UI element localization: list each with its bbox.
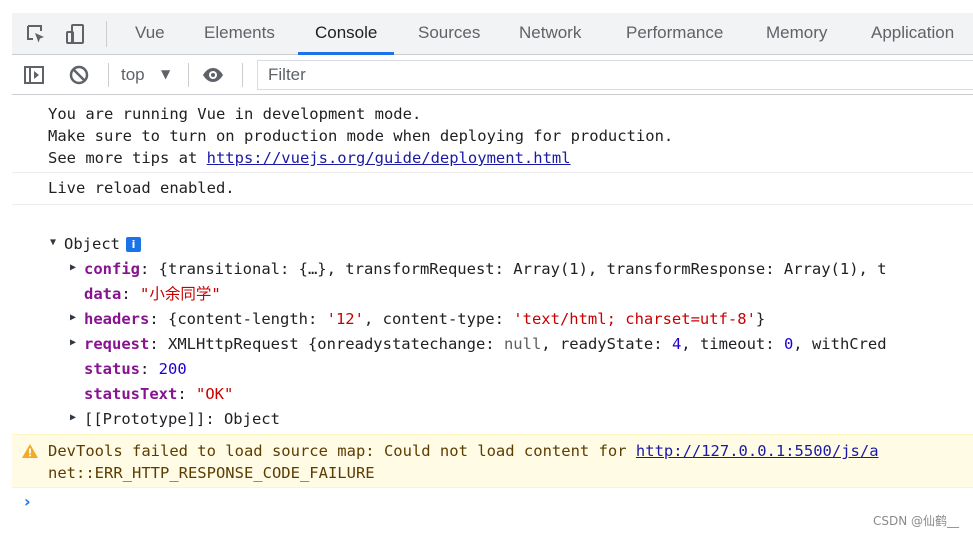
object-prop-statustext: statusText: "OK"	[84, 385, 234, 403]
console-message-object: ▼ Object i ▶ config: {transitional: {…}, …	[12, 205, 973, 434]
tab-memory[interactable]: Memory	[766, 13, 827, 55]
tabbar-divider	[106, 21, 107, 47]
console-toolbar: top ▼	[12, 55, 973, 95]
vue-mode-line2: Make sure to turn on production mode whe…	[48, 127, 674, 145]
vue-deployment-link[interactable]: https://vuejs.org/guide/deployment.html	[207, 149, 571, 167]
tab-elements[interactable]: Elements	[204, 13, 275, 55]
tab-performance[interactable]: Performance	[626, 13, 723, 55]
inspect-icon[interactable]	[24, 22, 48, 46]
eye-icon[interactable]	[201, 63, 225, 87]
console-message-vue: You are running Vue in development mode.…	[12, 96, 973, 173]
object-prop-status: status: 200	[84, 360, 187, 378]
filter-input[interactable]	[257, 60, 973, 90]
sidebar-toggle-icon[interactable]	[22, 63, 46, 87]
expand-triangle-icon[interactable]: ▶	[70, 312, 76, 323]
tab-network[interactable]: Network	[519, 13, 581, 55]
warning-icon	[21, 443, 39, 459]
expand-triangle-icon[interactable]: ▼	[50, 237, 56, 248]
object-prop-data: data: "小余同学"	[84, 285, 221, 303]
object-label[interactable]: Object i	[64, 233, 141, 255]
warning-line2: net::ERR_HTTP_RESPONSE_CODE_FAILURE	[48, 464, 375, 482]
expand-triangle-icon[interactable]: ▶	[70, 337, 76, 348]
console-message-livereload: Live reload enabled.	[12, 173, 973, 205]
toolbar-divider	[188, 63, 189, 87]
devtools-tabbar: Vue Elements Console Sources Network Per…	[12, 13, 973, 55]
object-prop-headers[interactable]: headers: {content-length: '12', content-…	[84, 308, 765, 330]
object-prop-config[interactable]: config: {transitional: {…}, transformReq…	[84, 258, 887, 280]
vue-tips-prefix: See more tips at	[48, 149, 207, 167]
expand-triangle-icon[interactable]: ▶	[70, 262, 76, 273]
console-output: You are running Vue in development mode.…	[12, 96, 973, 517]
context-caret-icon[interactable]: ▼	[161, 67, 170, 81]
warning-line1: DevTools failed to load source map: Coul…	[48, 442, 879, 460]
toolbar-divider	[108, 63, 109, 87]
clear-console-icon[interactable]	[67, 63, 91, 87]
tab-vue[interactable]: Vue	[135, 13, 165, 55]
object-prototype[interactable]: [[Prototype]]: Object	[84, 408, 280, 430]
tab-sources[interactable]: Sources	[418, 13, 480, 55]
info-icon[interactable]: i	[126, 237, 141, 252]
source-map-link[interactable]: http://127.0.0.1:5500/js/a	[636, 442, 879, 460]
object-prop-request[interactable]: request: XMLHttpRequest {onreadystatecha…	[84, 333, 887, 355]
tab-application[interactable]: Application	[871, 13, 954, 55]
device-toolbar-icon[interactable]	[64, 22, 88, 46]
toolbar-divider	[242, 63, 243, 87]
vue-mode-line3: See more tips at https://vuejs.org/guide…	[48, 147, 571, 169]
console-warning: DevTools failed to load source map: Coul…	[12, 434, 973, 488]
watermark: CSDN @仙鹤__	[872, 514, 959, 528]
console-prompt[interactable]: ›	[24, 492, 31, 511]
vue-mode-line1: You are running Vue in development mode.	[48, 105, 422, 123]
context-selector[interactable]: top	[121, 55, 145, 95]
live-reload-text: Live reload enabled.	[48, 179, 235, 197]
tab-console[interactable]: Console	[298, 13, 395, 55]
expand-triangle-icon[interactable]: ▶	[70, 412, 76, 423]
